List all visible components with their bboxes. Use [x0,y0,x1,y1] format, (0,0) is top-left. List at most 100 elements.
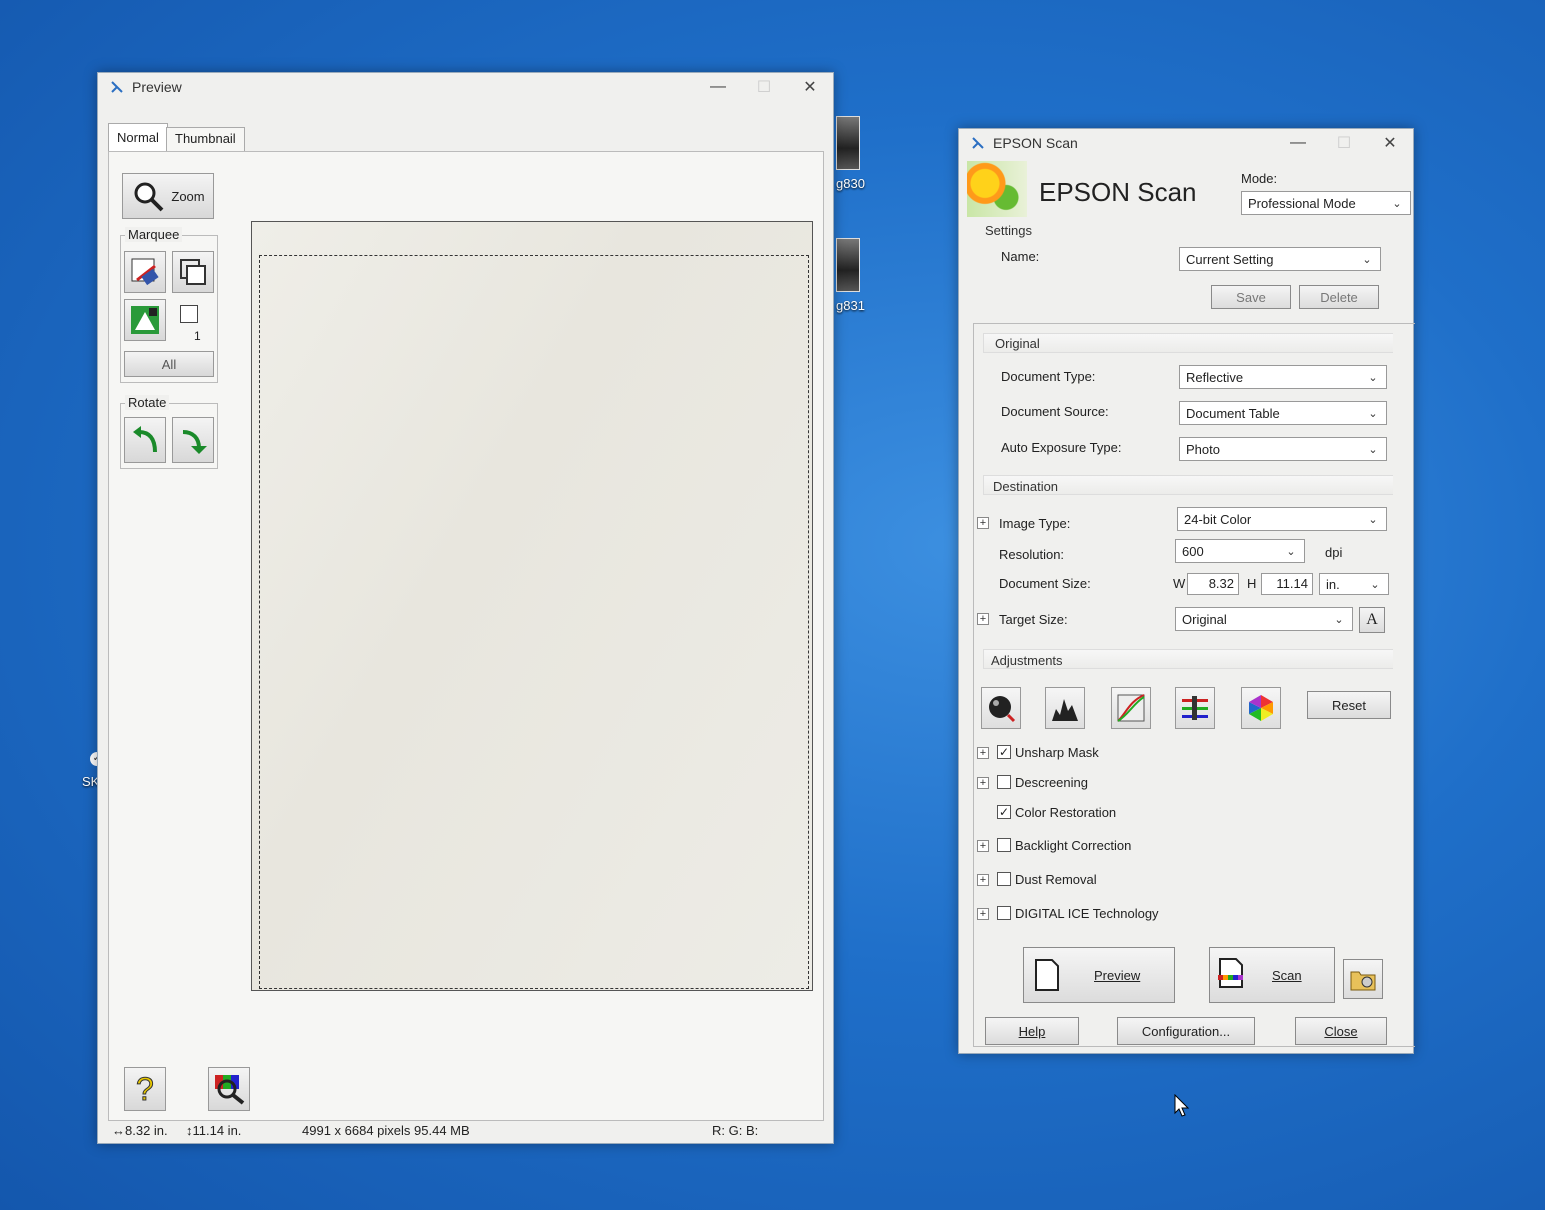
image-type-label: Image Type: [999,516,1071,531]
expand-backlight-icon[interactable]: + [977,840,989,852]
preview-button[interactable]: Preview [1023,947,1175,1003]
epson-titlebar[interactable]: EPSON Scan — ☐ ✕ [959,129,1413,157]
chevron-down-icon: ⌄ [1370,578,1380,591]
expand-target-size-icon[interactable]: + [977,613,989,625]
adjustments-title: Adjustments [991,653,1063,668]
tab-thumbnail[interactable]: Thumbnail [166,127,245,151]
dust-removal-label: Dust Removal [1015,872,1097,887]
expand-dust-icon[interactable]: + [977,874,989,886]
unsharp-mask-label: Unsharp Mask [1015,745,1099,760]
chevron-down-icon: ⌄ [1368,371,1378,384]
target-size-select[interactable]: Original ⌄ [1175,607,1353,631]
expand-unsharp-icon[interactable]: + [977,747,989,759]
histogram-button[interactable] [1045,687,1085,729]
document-type-select[interactable]: Reflective ⌄ [1179,365,1387,389]
dust-removal-checkbox[interactable] [997,872,1011,886]
document-source-select[interactable]: Document Table ⌄ [1179,401,1387,425]
descreening-checkbox[interactable] [997,775,1011,789]
preview-titlebar[interactable]: Preview — ☐ ✕ [98,73,833,101]
mode-label: Mode: [1241,171,1278,186]
epson-app-icon [971,136,985,150]
help-icon-button[interactable]: ? [124,1067,166,1111]
auto-exposure-icon [131,306,159,334]
status-height: ↕11.14 in. [186,1123,242,1138]
mouse-cursor-icon [1174,1094,1190,1117]
chevron-down-icon: ⌄ [1368,407,1378,420]
close-button[interactable]: Close [1295,1017,1387,1045]
tab-normal[interactable]: Normal [108,123,168,151]
question-mark-icon: ? [136,1072,155,1106]
configuration-button[interactable]: Configuration... [1117,1017,1255,1045]
expand-descreening-icon[interactable]: + [977,777,989,789]
help-button[interactable]: Help [985,1017,1079,1045]
rotate-right-button[interactable] [172,417,214,463]
epson-logo-flower [967,161,1027,217]
expand-ice-icon[interactable]: + [977,908,989,920]
desktop-file-thumbnail[interactable] [836,238,860,292]
reset-button[interactable]: Reset [1307,691,1391,719]
digital-ice-checkbox[interactable] [997,906,1011,920]
window-title: EPSON Scan [993,135,1078,151]
status-width: ↔8.32 in. [112,1123,168,1138]
dpi-label: dpi [1325,545,1343,560]
desktop-file-label[interactable]: g830 [836,176,865,191]
height-label: H [1247,576,1257,591]
zoom-label: Zoom [171,188,205,204]
name-label: Name: [1001,249,1040,264]
auto-exposure-label: Auto Exposure Type: [1001,440,1122,455]
settings-title: Settings [985,223,1032,238]
auto-exposure-select[interactable]: Photo ⌄ [1179,437,1387,461]
document-size-label: Document Size: [999,576,1091,591]
save-button[interactable]: Save [1211,285,1291,309]
status-rgb: R: G: B: [712,1123,759,1138]
all-button[interactable]: All [124,351,214,377]
marquee-selection[interactable] [259,255,809,989]
maximize-icon[interactable]: ☐ [741,73,787,101]
text-orientation-button[interactable]: A [1359,607,1385,633]
image-type-select[interactable]: 24-bit Color ⌄ [1177,507,1387,531]
color-palette-adjust-button[interactable] [1241,687,1281,729]
auto-exposure-adjust-button[interactable] [981,687,1021,729]
sliders-icon [1182,696,1208,720]
epson-scan-window: EPSON Scan — ☐ ✕ EPSON Scan Mode: Profes… [958,128,1415,1054]
rotate-left-button[interactable] [124,417,166,463]
marquee-square-icon [180,305,198,323]
zoom-button[interactable]: Zoom [122,173,214,219]
maximize-icon[interactable]: ☐ [1321,129,1367,157]
height-field[interactable]: 11.14 [1261,573,1313,595]
color-restoration-checkbox[interactable]: ✓ [997,805,1011,819]
backlight-correction-checkbox[interactable] [997,838,1011,852]
close-icon[interactable]: ✕ [1367,129,1413,157]
minimize-icon[interactable]: — [695,73,741,101]
preview-window: Preview — ☐ ✕ Normal Thumbnail Zoom Marq… [97,72,834,1144]
epson-app-icon [110,80,124,94]
resolution-select[interactable]: 600 ⌄ [1175,539,1305,563]
unit-select[interactable]: in. ⌄ [1319,573,1389,595]
original-title: Original [995,336,1040,351]
image-adjustment-button[interactable] [1175,687,1215,729]
desktop-file-label[interactable]: g831 [836,298,865,313]
histogram-icon [1052,699,1078,721]
desktop-file-thumbnail[interactable] [836,116,860,170]
auto-locate-button[interactable] [124,251,166,293]
mode-select[interactable]: Professional Mode ⌄ [1241,191,1411,215]
duplicate-marquee-button[interactable] [172,251,214,293]
magnifier-icon [134,182,164,212]
file-save-settings-button[interactable] [1343,959,1383,999]
marquee-count: 1 [194,329,201,343]
color-palette-button[interactable] [208,1067,250,1111]
close-icon[interactable]: ✕ [787,73,833,101]
delete-button[interactable]: Delete [1299,285,1379,309]
auto-exposure-button[interactable] [124,299,166,341]
width-label: W [1173,576,1186,591]
scan-document-icon [1218,958,1243,988]
tone-curve-button[interactable] [1111,687,1151,729]
resolution-label: Resolution: [999,547,1065,562]
expand-image-type-icon[interactable]: + [977,517,989,529]
setting-name-select[interactable]: Current Setting ⌄ [1179,247,1381,271]
unsharp-mask-checkbox[interactable]: ✓ [997,745,1011,759]
scan-button[interactable]: Scan [1209,947,1335,1003]
width-field[interactable]: 8.32 [1187,573,1239,595]
text-a-icon: A [1366,611,1378,628]
minimize-icon[interactable]: — [1275,129,1321,157]
